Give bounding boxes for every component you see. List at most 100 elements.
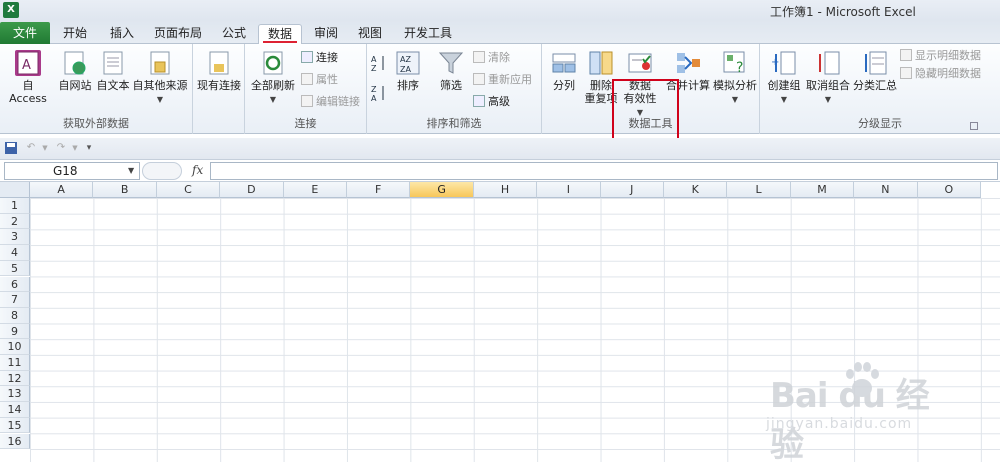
column-header-c[interactable]: C: [156, 182, 221, 198]
row-header-14[interactable]: 14: [0, 402, 30, 418]
row-header-5[interactable]: 5: [0, 260, 30, 277]
title-bar: X 工作簿1 - Microsoft Excel: [0, 0, 1000, 20]
column-header-f[interactable]: F: [347, 182, 411, 198]
row-header-4[interactable]: 4: [0, 245, 30, 261]
row-header-10[interactable]: 10: [0, 339, 30, 355]
subtotal-button[interactable]: 分类汇总: [852, 50, 898, 92]
group-connections: 全部刷新 ▼ 连接 属性 编辑链接 连接: [245, 44, 367, 134]
what-if-icon: ?: [722, 50, 748, 76]
existing-connections-button[interactable]: 现有连接: [195, 50, 243, 92]
clear-filter-icon: [473, 51, 485, 63]
sort-az-button[interactable]: AZ: [369, 54, 389, 76]
group-label: 分级显示: [858, 117, 902, 130]
svg-text:ZA: ZA: [400, 65, 411, 74]
active-tab-underline: [263, 41, 297, 43]
insert-function-icon[interactable]: fx: [192, 163, 203, 177]
column-header-e[interactable]: E: [283, 182, 347, 198]
column-header-h[interactable]: H: [473, 182, 538, 198]
formula-input[interactable]: [210, 162, 998, 180]
sort-icon: AZ ZA: [395, 50, 421, 76]
column-header-g[interactable]: G: [410, 182, 474, 198]
row-header-16[interactable]: 16: [0, 433, 30, 450]
column-header-k[interactable]: K: [664, 182, 728, 198]
svg-text:Z: Z: [371, 64, 377, 72]
row-header-6[interactable]: 6: [0, 276, 30, 293]
row-header-13[interactable]: 13: [0, 386, 30, 403]
advanced-button[interactable]: 高级: [473, 94, 510, 110]
row-header-15[interactable]: 15: [0, 417, 30, 434]
tab-formulas[interactable]: 公式: [214, 24, 254, 44]
edit-links-button[interactable]: 编辑链接: [301, 94, 360, 110]
name-box[interactable]: G18: [4, 162, 140, 180]
column-header-d[interactable]: D: [220, 182, 284, 198]
row-header-12[interactable]: 12: [0, 370, 30, 387]
from-access-button[interactable]: A 自 Access: [2, 50, 54, 105]
formula-cancel-enter: [142, 162, 182, 180]
column-header-l[interactable]: L: [727, 182, 791, 198]
column-header-m[interactable]: M: [790, 182, 855, 198]
sort-za-button[interactable]: ZA: [369, 84, 389, 105]
tab-home[interactable]: 开始: [57, 24, 93, 44]
tab-file[interactable]: 文件: [0, 22, 50, 44]
column-header-j[interactable]: J: [600, 182, 664, 198]
row-header-11[interactable]: 11: [0, 355, 30, 371]
dialog-launcher-icon[interactable]: [970, 122, 978, 130]
properties-icon: [301, 73, 313, 85]
text-to-columns-button[interactable]: 分列: [548, 50, 580, 92]
hide-detail-button[interactable]: 隐藏明细数据: [900, 66, 981, 82]
row-header-3[interactable]: 3: [0, 229, 30, 246]
group-label: 连接: [294, 117, 317, 130]
svg-text:A: A: [371, 94, 377, 102]
column-header-b[interactable]: B: [93, 182, 157, 198]
save-icon[interactable]: [4, 141, 18, 155]
reapply-button[interactable]: 重新应用: [473, 72, 532, 88]
row-header-9[interactable]: 9: [0, 323, 30, 340]
group-sort-filter: AZ ZA AZ ZA 排序 筛选 清除 重新应用 高级 排序和筛选: [367, 44, 542, 134]
tab-review[interactable]: 审阅: [308, 24, 344, 44]
redo-dropdown-icon[interactable]: ▼: [68, 141, 82, 155]
tab-page-layout[interactable]: 页面布局: [150, 24, 206, 44]
access-icon: A: [15, 50, 41, 76]
chevron-down-icon[interactable]: ▼: [128, 166, 134, 175]
funnel-icon: [438, 50, 464, 76]
column-header-a[interactable]: A: [30, 182, 94, 198]
connections-button[interactable]: 连接: [301, 50, 338, 66]
column-header-i[interactable]: I: [537, 182, 601, 198]
group-rows-icon: +: [771, 50, 797, 76]
clear-button[interactable]: 清除: [473, 50, 510, 66]
from-web-button[interactable]: 自网站: [57, 50, 93, 92]
excel-icon[interactable]: X: [3, 2, 19, 18]
sort-button[interactable]: AZ ZA 排序: [393, 50, 423, 92]
consolidate-icon: [675, 50, 701, 76]
filter-button[interactable]: 筛选: [435, 50, 467, 92]
group-label: 排序和筛选: [426, 117, 482, 130]
undo-dropdown-icon[interactable]: ▼: [38, 141, 52, 155]
row-header-7[interactable]: 7: [0, 292, 30, 308]
row-header-8[interactable]: 8: [0, 307, 30, 324]
what-if-analysis-button[interactable]: ? 模拟分析 ▼: [712, 50, 758, 106]
ungroup-button[interactable]: 取消组合 ▼: [804, 50, 852, 106]
sort-za-icon: ZA: [371, 85, 384, 103]
ribbon: A 自 Access 自网站 自文本 自其他来源 ▼ 获取外部数据 现有连接 全…: [0, 44, 1000, 163]
formula-bar: G18 ▼ fx: [0, 160, 1000, 182]
undo-icon[interactable]: ↶: [24, 141, 38, 155]
properties-button[interactable]: 属性: [301, 72, 338, 88]
tab-developer[interactable]: 开发工具: [400, 24, 456, 44]
column-header-o[interactable]: O: [917, 182, 981, 198]
show-detail-button[interactable]: 显示明细数据: [900, 48, 981, 64]
row-header-2[interactable]: 2: [0, 213, 30, 230]
tab-insert[interactable]: 插入: [104, 24, 140, 44]
from-text-button[interactable]: 自文本: [95, 50, 131, 92]
select-all-corner[interactable]: [0, 182, 30, 198]
text-file-icon: [100, 50, 126, 76]
group-button[interactable]: + 创建组 ▼: [764, 50, 804, 106]
redo-icon[interactable]: ↷: [54, 141, 68, 155]
tab-view[interactable]: 视图: [352, 24, 388, 44]
refresh-icon: [260, 50, 286, 76]
svg-text:A: A: [22, 58, 31, 73]
row-header-1[interactable]: 1: [0, 198, 30, 214]
customize-qat-icon[interactable]: ▾: [82, 141, 96, 155]
refresh-all-button[interactable]: 全部刷新 ▼: [249, 50, 297, 106]
column-header-n[interactable]: N: [854, 182, 918, 198]
from-other-sources-button[interactable]: 自其他来源 ▼: [131, 50, 189, 106]
